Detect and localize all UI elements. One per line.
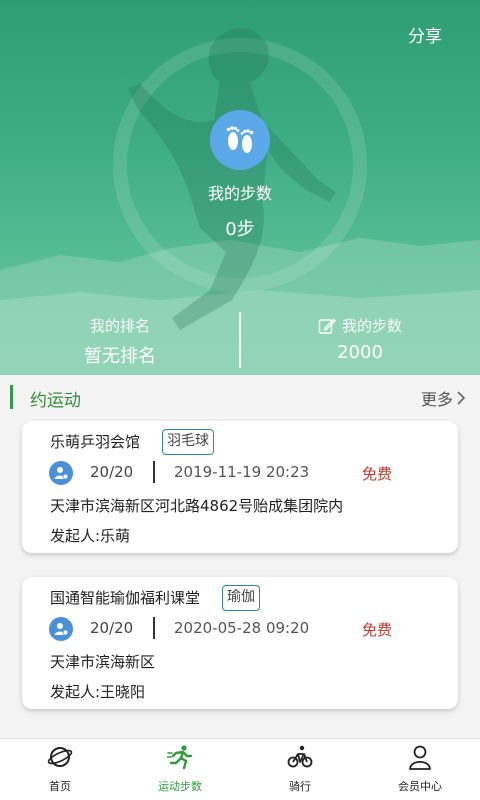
- ranking-value: 暂无排名: [84, 346, 156, 367]
- sport-tag: 羽毛球: [162, 429, 214, 455]
- chevron-right-icon: [457, 391, 466, 405]
- event-organizer: 发起人:王晓阳: [50, 683, 146, 701]
- step-target-value: 2000: [337, 342, 383, 363]
- venue-name: 国通智能瑜伽福利课堂: [50, 589, 201, 607]
- divider: [153, 617, 155, 639]
- fee-label: 免费: [362, 621, 393, 639]
- step-target-label: 我的步数: [341, 317, 402, 335]
- bottom-nav: 首页 运动步数 骑行 会员中心: [0, 738, 480, 800]
- event-time: 2019-11-19 20:23: [174, 463, 310, 481]
- nav-item-cycling[interactable]: 骑行: [240, 739, 360, 800]
- nav-label: 会员中心: [398, 780, 442, 793]
- ranking-stat[interactable]: 我的排名 暂无排名: [0, 315, 240, 368]
- participants-icon: [49, 617, 73, 641]
- nav-label: 首页: [49, 780, 71, 793]
- section-title: 约运动: [30, 391, 81, 411]
- nav-label: 骑行: [289, 780, 311, 793]
- section-header: 约运动 更多: [0, 375, 480, 419]
- my-steps-value: 0步: [225, 219, 255, 240]
- venue-name: 乐萌乒羽会馆: [50, 433, 141, 451]
- ranking-label: 我的排名: [89, 317, 150, 335]
- participant-count: 20/20: [90, 619, 134, 637]
- more-label: 更多: [420, 390, 453, 409]
- nav-item-steps[interactable]: 运动步数: [120, 739, 240, 800]
- my-steps-label: 我的步数: [207, 184, 272, 203]
- nav-label: 运动步数: [158, 780, 202, 793]
- event-card[interactable]: 国通智能瑜伽福利课堂 瑜伽 20/20 2020-05-28 09:20 免费 …: [22, 577, 458, 709]
- nav-item-member[interactable]: 会员中心: [360, 739, 480, 800]
- nav-item-home[interactable]: 首页: [0, 739, 120, 800]
- fee-label: 免费: [362, 465, 393, 483]
- participant-count: 20/20: [90, 463, 134, 481]
- hero-banner: 分享 我的步数 0步 我的排名 暂无排名 我的步数 2000: [0, 0, 480, 375]
- share-button[interactable]: 分享: [408, 22, 442, 47]
- more-button[interactable]: 更多: [421, 386, 466, 410]
- sport-tag: 瑜伽: [222, 585, 260, 611]
- divider: [153, 461, 155, 483]
- planet-icon: [47, 747, 73, 767]
- event-organizer: 发起人:乐萌: [50, 527, 131, 545]
- bicycle-icon: [287, 745, 313, 768]
- footprints-icon: [226, 126, 254, 153]
- event-card[interactable]: 乐萌乒羽会馆 羽毛球 20/20 2019-11-19 20:23 免费 天津市…: [22, 421, 458, 553]
- runner-icon: [167, 745, 193, 770]
- step-target-stat[interactable]: 我的步数 2000: [240, 315, 480, 363]
- user-icon: [409, 745, 431, 770]
- event-time: 2020-05-28 09:20: [174, 619, 310, 637]
- section-accent-bar: [10, 385, 13, 409]
- event-address: 天津市滨海新区: [50, 653, 156, 671]
- event-address: 天津市滨海新区河北路4862号贻成集团院内: [50, 497, 344, 515]
- edit-icon[interactable]: [318, 317, 336, 335]
- footprint-badge: [210, 110, 270, 170]
- participants-icon: [49, 461, 73, 485]
